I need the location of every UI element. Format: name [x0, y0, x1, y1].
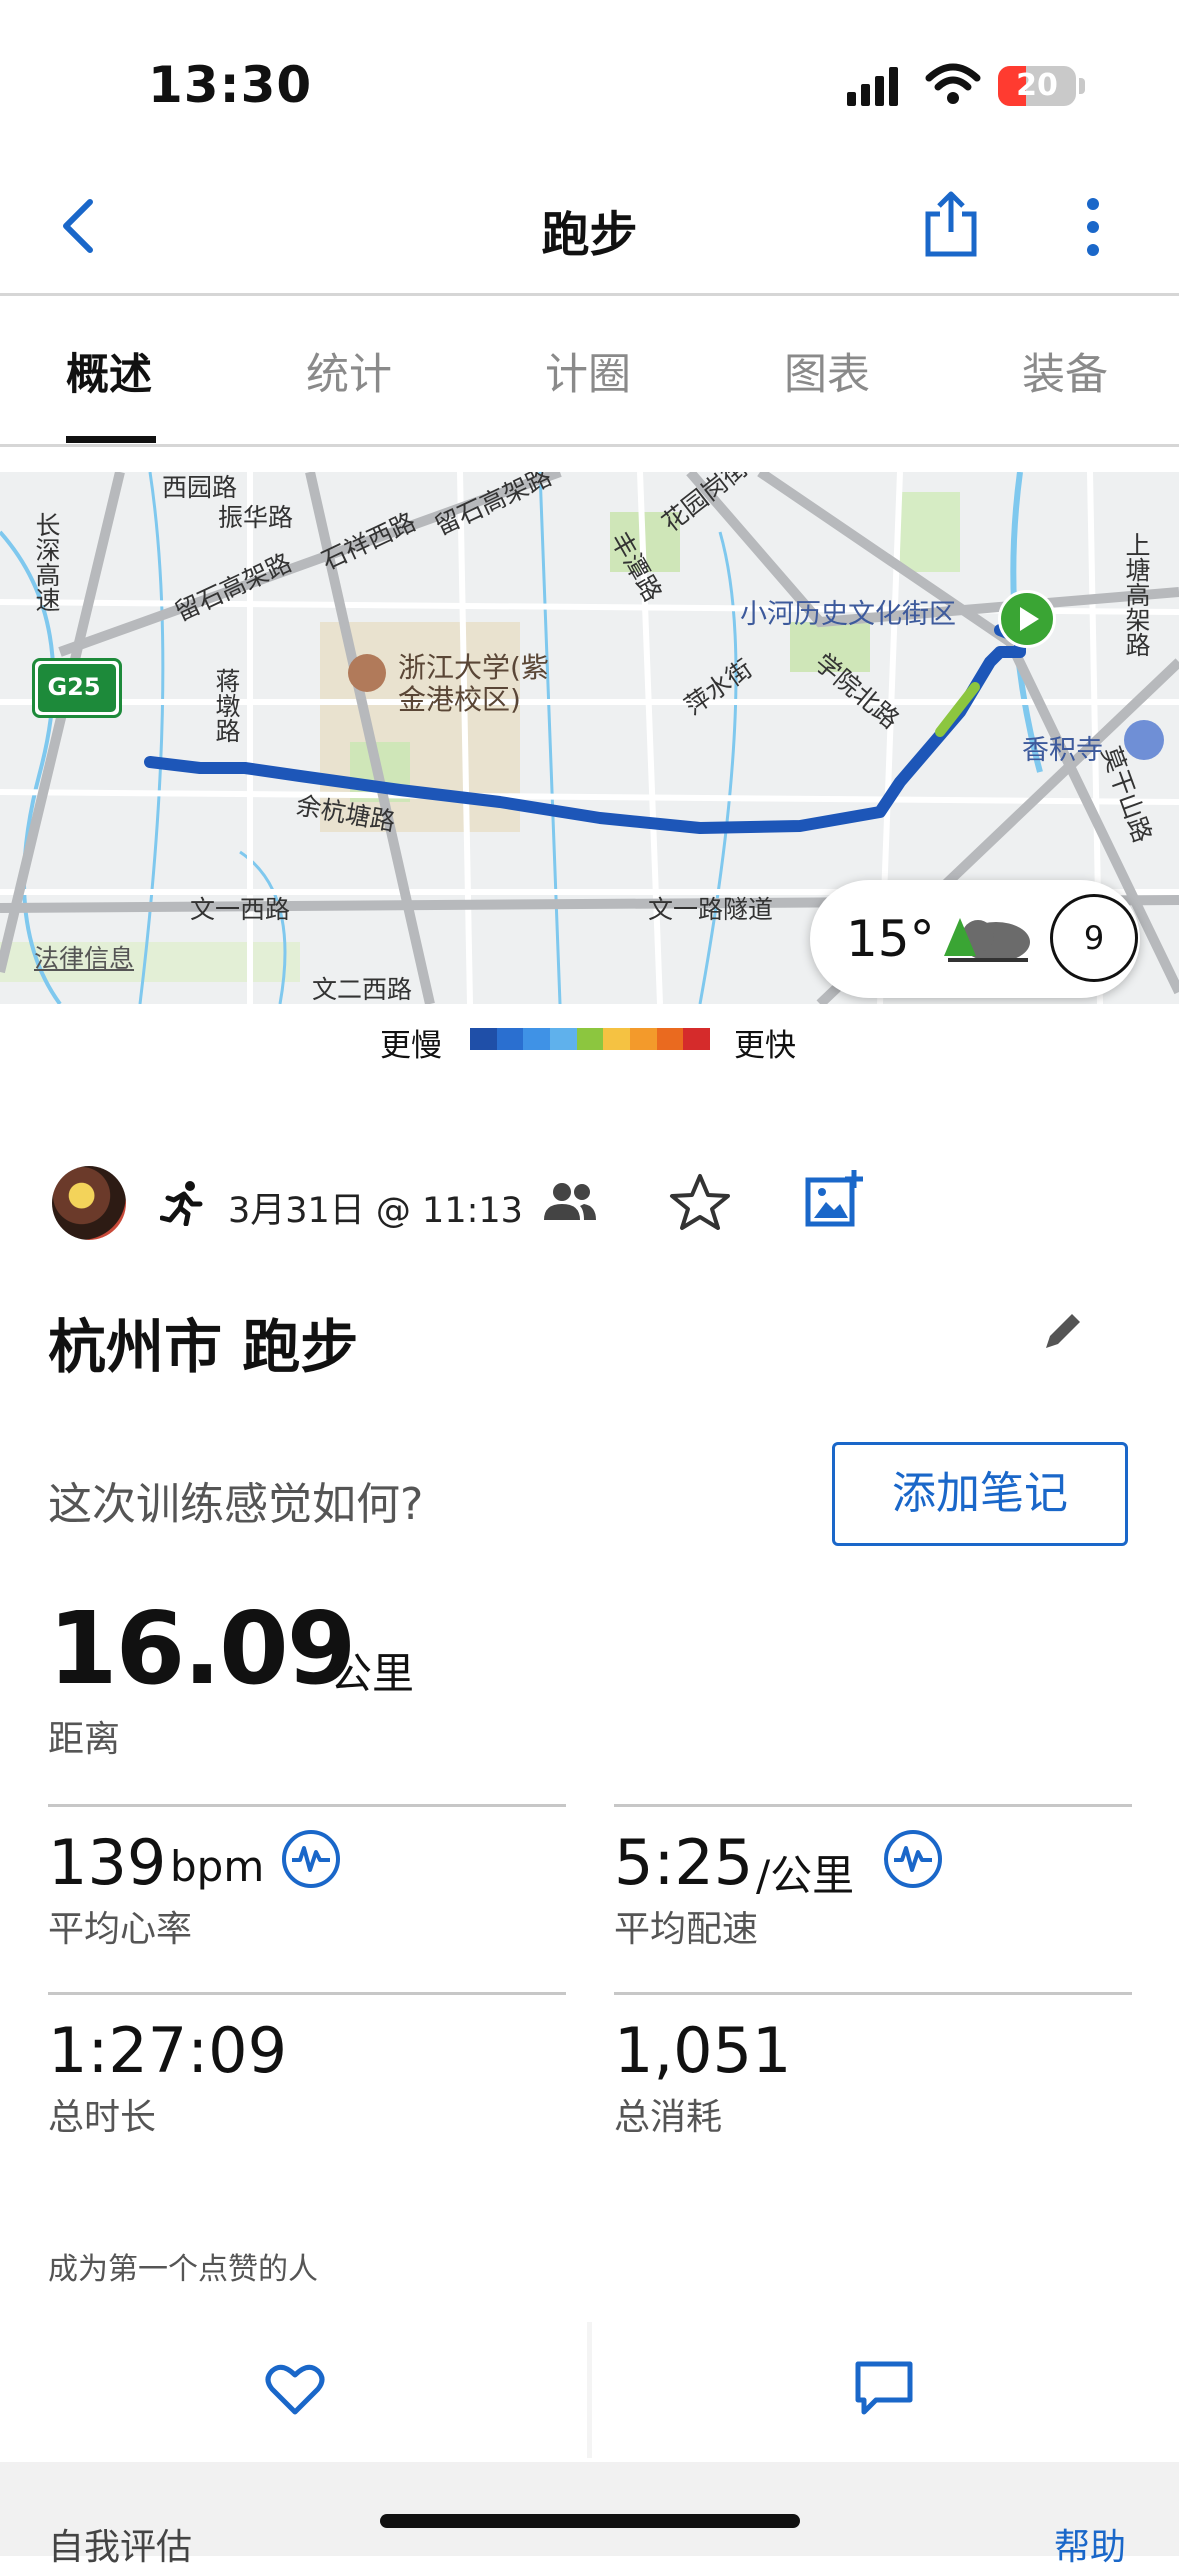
cellular-signal-icon [847, 67, 898, 106]
legend-slow-label: 更慢 [380, 1028, 442, 1064]
comment-button[interactable] [592, 2322, 1179, 2458]
distance-unit: 公里 [330, 1649, 415, 1698]
tab-gear[interactable]: 装备 [1022, 340, 1108, 402]
heart-rate-value: 139 [48, 1826, 167, 1899]
pace-color-swatch [496, 1028, 524, 1050]
like-button[interactable] [0, 2322, 587, 2458]
tab-overview[interactable]: 概述 [66, 340, 152, 402]
pace-sensor-icon[interactable] [884, 1830, 942, 1888]
self-evaluation-label: 自我评估 [48, 2527, 193, 2568]
pace-color-legend [470, 1028, 711, 1050]
start-marker-icon [998, 590, 1056, 648]
battery-tip [1079, 78, 1085, 94]
pace-color-swatch [656, 1028, 684, 1050]
duration-value: 1:27:09 [48, 2014, 288, 2087]
stat-divider [48, 1992, 566, 1995]
route-map[interactable]: 西园路 振华路 留石高架路 石祥西路 留石高架路 花园岗街 上塘高架路 长深高速… [0, 472, 1179, 1004]
pace-value: 5:25 [614, 1826, 754, 1899]
play-icon [1020, 607, 1039, 631]
avatar[interactable] [52, 1166, 126, 1240]
pace-color-swatch [470, 1028, 497, 1050]
more-options-icon[interactable] [1080, 196, 1106, 258]
pulse-icon [292, 1846, 330, 1872]
tab-stats[interactable]: 统计 [306, 340, 392, 402]
pace-unit: /公里 [756, 1851, 855, 1900]
distance-value: 16.09 [48, 1590, 356, 1707]
help-link[interactable]: 帮助 [1054, 2518, 1126, 2570]
pace-color-swatch [630, 1028, 657, 1050]
pace-color-swatch [523, 1028, 551, 1050]
heart-rate-unit: bpm [170, 1842, 265, 1891]
heart-rate-label: 平均心率 [48, 1909, 193, 1950]
star-icon[interactable] [668, 1172, 732, 1232]
page-title: 跑步 [541, 207, 638, 263]
home-indicator[interactable] [380, 2514, 800, 2528]
duration-label: 总时长 [48, 2097, 157, 2138]
calories-value: 1,051 [614, 2014, 792, 2087]
wifi-icon [925, 63, 981, 104]
pace-color-swatch [576, 1028, 604, 1050]
action-bar [0, 2322, 1179, 2458]
likes-prompt: 成为第一个点赞的人 [48, 2252, 318, 2287]
heart-rate-sensor-icon[interactable] [282, 1830, 340, 1888]
active-tab-indicator [66, 436, 156, 443]
running-icon [160, 1181, 203, 1226]
activity-title: 杭州市 跑步 [48, 1313, 359, 1381]
battery-level: 20 [1016, 68, 1058, 103]
add-photo-icon[interactable] [804, 1168, 866, 1230]
battery-indicator: 20 [998, 66, 1076, 106]
add-note-button[interactable]: 添加笔记 [832, 1442, 1128, 1546]
tab-laps[interactable]: 计圈 [545, 340, 631, 402]
people-icon[interactable] [542, 1180, 598, 1222]
status-time: 13:30 [148, 56, 313, 114]
temperature-value: 15° [846, 910, 935, 968]
pulse-icon [894, 1846, 932, 1872]
tabs-divider [0, 444, 1179, 447]
activity-date: 3月31日 @ 11:13 [228, 1191, 523, 1231]
pace-label: 平均配速 [614, 1909, 759, 1950]
wind-indicator: 9 [1050, 894, 1138, 982]
wind-speed-value: 9 [1083, 919, 1105, 957]
pace-color-swatch [603, 1028, 631, 1050]
cloudy-weather-icon [944, 918, 1030, 962]
feel-prompt: 这次训练感觉如何? [48, 1479, 424, 1530]
stat-divider [614, 1992, 1132, 1995]
pace-color-swatch [550, 1028, 577, 1050]
stat-divider [48, 1804, 566, 1807]
share-icon[interactable] [922, 190, 980, 258]
distance-label: 距离 [48, 1719, 121, 1760]
comment-icon [855, 2361, 913, 2415]
heart-icon [265, 2364, 325, 2415]
calories-label: 总消耗 [614, 2097, 723, 2138]
weather-widget: 15° 9 [810, 880, 1140, 998]
pace-color-swatch [683, 1028, 711, 1050]
tab-charts[interactable]: 图表 [784, 340, 870, 402]
edit-pencil-icon[interactable] [1040, 1308, 1086, 1354]
nav-divider [0, 293, 1179, 296]
stat-divider [614, 1804, 1132, 1807]
legend-fast-label: 更快 [734, 1028, 796, 1064]
legal-info-link[interactable]: 法律信息 [34, 939, 134, 975]
